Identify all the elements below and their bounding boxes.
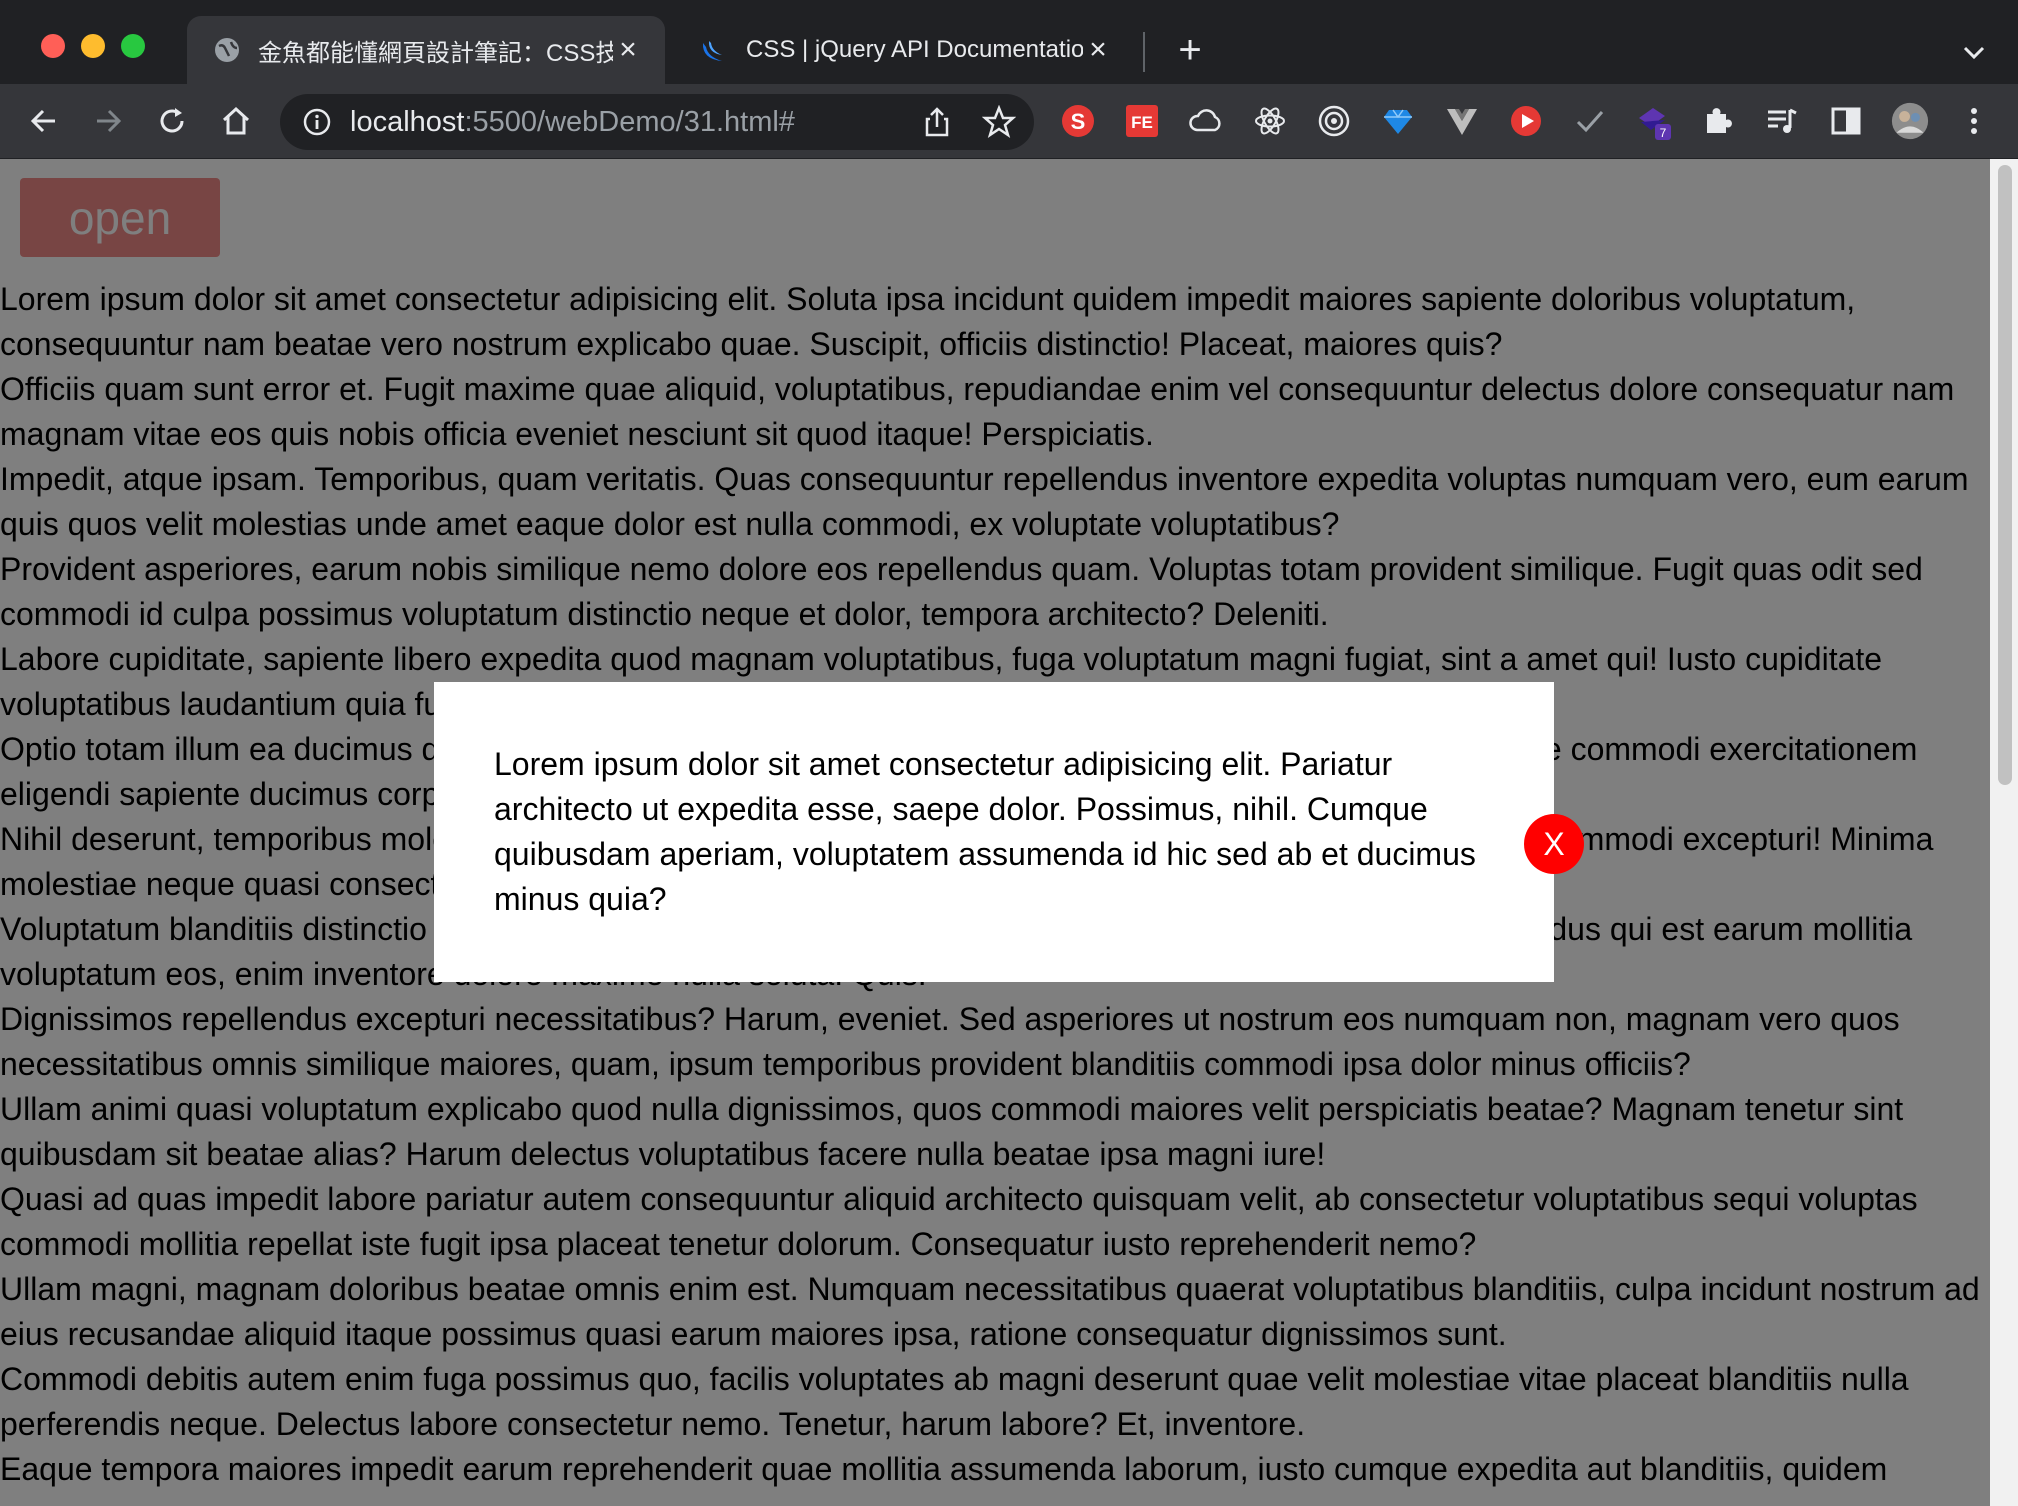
scrollbar-thumb[interactable] [1998,165,2012,785]
tab-strip: 金魚都能懂網頁設計筆記：CSS技 × CSS | jQuery API Docu… [0,0,2018,84]
tab-active[interactable]: 金魚都能懂網頁設計筆記：CSS技 × [187,16,665,84]
sogou-extension-icon[interactable]: S [1059,102,1097,140]
scrollbar[interactable] [1990,159,2018,1506]
chevron-down-icon[interactable] [1956,34,1992,70]
share-icon[interactable] [920,105,954,139]
forward-icon[interactable] [87,100,129,142]
media-queue-icon[interactable] [1763,102,1801,140]
diamond-extension-icon[interactable] [1379,102,1417,140]
svg-text:7: 7 [1660,126,1667,140]
modal-close-button[interactable]: X [1524,814,1584,874]
tab-inactive[interactable]: CSS | jQuery API Documentatio × [675,16,1135,84]
close-tab-icon[interactable]: × [1083,33,1113,66]
jquery-icon [700,35,730,65]
window-minimize-button[interactable] [81,34,105,58]
puzzle-icon[interactable] [1699,102,1737,140]
tab-title: 金魚都能懂網頁設計筆記：CSS技 [258,39,613,67]
avatar[interactable] [1891,102,1929,140]
page-viewport: open Lorem ipsum dolor sit amet consecte… [0,159,1990,1506]
cloud-extension-icon[interactable] [1187,102,1225,140]
modal-dialog: Lorem ipsum dolor sit amet consectetur a… [434,682,1554,982]
home-icon[interactable] [215,100,257,142]
svg-text:S: S [1071,109,1086,134]
target-extension-icon[interactable] [1315,102,1353,140]
tab-title: CSS | jQuery API Documentatio [746,36,1083,63]
browser-toolbar: localhost:5500/webDemo/31.html# S FE 7 [0,84,2018,159]
fe-helper-extension-icon[interactable]: FE [1123,102,1161,140]
kebab-menu-icon[interactable] [1955,102,1993,140]
play-extension-icon[interactable] [1507,102,1545,140]
tab-separator [1143,32,1145,72]
vue-devtools-icon[interactable] [1443,102,1481,140]
window-close-button[interactable] [41,34,65,58]
info-icon[interactable] [302,107,332,137]
url-host: localhost [350,105,465,138]
back-icon[interactable] [23,100,65,142]
svg-text:FE: FE [1131,113,1153,132]
checkmark-extension-icon[interactable] [1571,102,1609,140]
side-panel-icon[interactable] [1827,102,1865,140]
reload-icon[interactable] [151,100,193,142]
modal-text: Lorem ipsum dolor sit amet consectetur a… [494,746,1476,917]
window-zoom-button[interactable] [121,34,145,58]
globe-icon [212,35,242,65]
close-tab-icon[interactable]: × [613,33,643,66]
bookmark-star-icon[interactable] [981,104,1017,139]
url-path: :5500/webDemo/31.html# [464,105,795,138]
react-devtools-icon[interactable] [1251,102,1289,140]
address-bar[interactable]: localhost:5500/webDemo/31.html# [280,94,1034,150]
stack-extension-icon[interactable]: 7 [1635,102,1673,140]
new-tab-button[interactable]: + [1170,28,1210,72]
